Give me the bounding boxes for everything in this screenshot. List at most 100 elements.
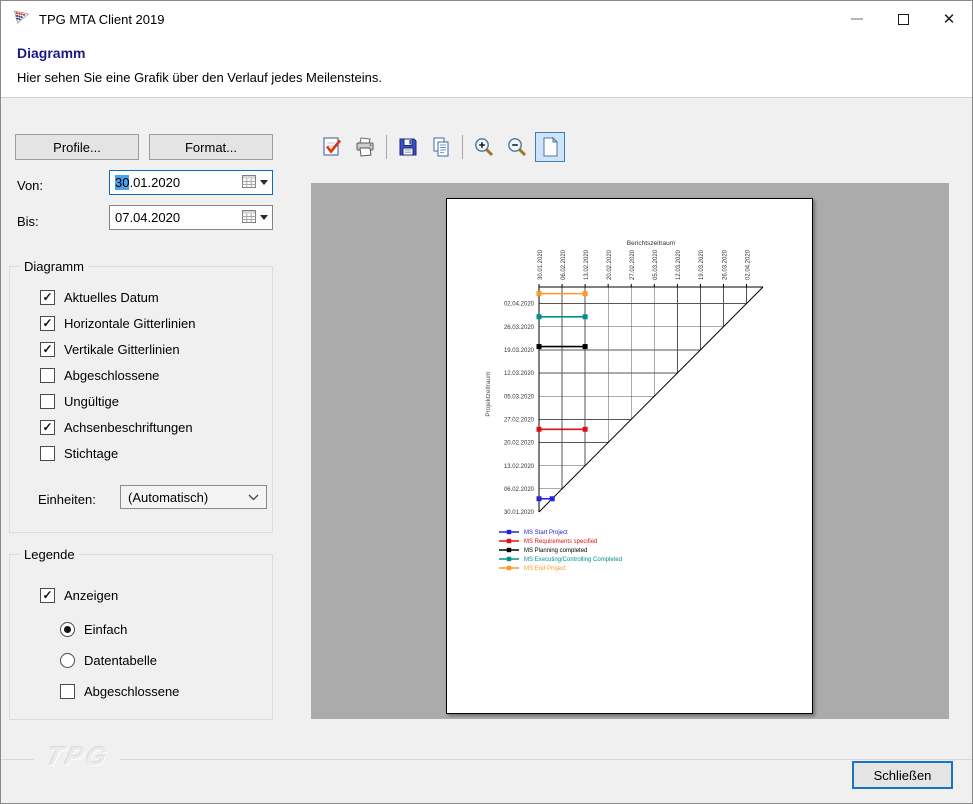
diagram-option-row: ✓ Vertikale Gitterlinien xyxy=(40,341,196,357)
einfach-radio[interactable] xyxy=(60,622,75,637)
einfach-row: Einfach xyxy=(60,621,127,637)
zoom-in-button[interactable] xyxy=(469,132,499,162)
x-tick-label: 20.02.2020 xyxy=(607,249,613,280)
series-marker xyxy=(537,291,542,296)
anzeigen-checkbox[interactable]: ✓ xyxy=(40,588,55,603)
calendar-icon[interactable] xyxy=(242,175,256,191)
bis-date-input[interactable]: 07.04.2020 xyxy=(109,205,273,230)
einheiten-select[interactable]: (Automatisch) xyxy=(120,485,267,509)
diagram-group-title: Diagramm xyxy=(20,259,88,274)
chevron-down-icon[interactable] xyxy=(260,180,268,185)
series-marker xyxy=(537,314,542,319)
einheiten-value: (Automatisch) xyxy=(128,490,208,505)
diagonal-line xyxy=(539,287,763,512)
mta-chart: 30.01.2020 06.02.2020 13.02.2020 20.02.2020… xyxy=(447,199,812,713)
legend-group-title: Legende xyxy=(20,547,79,562)
abgeschlossene-checkbox[interactable] xyxy=(60,684,75,699)
checkbox[interactable]: ✓ xyxy=(40,290,55,305)
checkbox-label: Vertikale Gitterlinien xyxy=(64,342,180,357)
profile-button[interactable]: Profile... xyxy=(15,134,139,160)
legend-marker xyxy=(507,548,511,552)
maximize-button[interactable] xyxy=(880,1,926,37)
zoom-in-icon xyxy=(472,135,496,159)
tpg-logo-icon xyxy=(13,9,30,30)
von-date-input[interactable]: 30.01.2020 xyxy=(109,170,273,195)
format-button[interactable]: Format... xyxy=(149,134,273,160)
print-button[interactable] xyxy=(350,132,380,162)
datentabelle-radio[interactable] xyxy=(60,653,75,668)
checkbox[interactable]: ✓ xyxy=(40,342,55,357)
report-check-button[interactable] xyxy=(317,132,347,162)
einheiten-label: Einheiten: xyxy=(38,492,96,507)
y-tick-label: 05.03.2020 xyxy=(504,394,535,400)
copy-button[interactable] xyxy=(426,132,456,162)
chart-preview-area[interactable]: 30.01.2020 06.02.2020 13.02.2020 20.02.2020… xyxy=(311,183,949,719)
chevron-down-icon[interactable] xyxy=(260,215,268,220)
datentabelle-row: Datentabelle xyxy=(60,652,157,668)
y-tick-label: 27.02.2020 xyxy=(504,418,535,424)
chevron-down-icon xyxy=(248,494,259,501)
checkbox[interactable]: ✓ xyxy=(40,420,55,435)
x-tick-label: 13.02.2020 xyxy=(584,249,590,280)
checkbox[interactable] xyxy=(40,446,55,461)
toolbar-separator xyxy=(462,135,463,159)
legend-marker xyxy=(507,566,511,570)
chart-page: 30.01.2020 06.02.2020 13.02.2020 20.02.2020… xyxy=(446,198,813,714)
report-check-icon xyxy=(320,135,344,159)
close-icon: ✕ xyxy=(943,12,956,27)
legend-marker xyxy=(507,539,511,543)
series-marker xyxy=(583,427,588,432)
anzeigen-row: ✓ Anzeigen xyxy=(40,587,118,603)
x-tick-label: 05.03.2020 xyxy=(653,249,659,280)
checkbox[interactable] xyxy=(40,394,55,409)
von-label: Von: xyxy=(17,178,43,193)
series-marker xyxy=(583,291,588,296)
series-marker xyxy=(537,496,542,501)
fit-page-button[interactable] xyxy=(535,132,565,162)
von-selected-text: 30 xyxy=(115,175,129,190)
checkbox-label: Abgeschlossene xyxy=(64,368,159,383)
diagram-groupbox: Diagramm ✓Aktuelles Datum✓Horizontale Gi… xyxy=(9,266,273,533)
series-marker xyxy=(583,344,588,349)
zoom-out-button[interactable] xyxy=(502,132,532,162)
y-tick-label: 19.03.2020 xyxy=(504,348,535,354)
fit-page-icon xyxy=(538,135,562,159)
diagram-option-row: ✓Aktuelles Datum xyxy=(40,289,196,305)
datentabelle-label: Datentabelle xyxy=(84,653,157,668)
abgeschlossene-row: Abgeschlossene xyxy=(60,683,179,699)
print-icon xyxy=(353,135,377,159)
y-tick-label: 06.02.2020 xyxy=(504,487,535,493)
y-tick-label: 26.03.2020 xyxy=(504,325,535,331)
checkbox[interactable] xyxy=(40,368,55,383)
legend-label: MS Start Project xyxy=(524,530,568,536)
tpg-watermark: TPG xyxy=(31,741,126,772)
page-title: Diagramm xyxy=(17,45,956,61)
page-subtitle: Hier sehen Sie eine Grafik über den Verl… xyxy=(17,70,956,85)
close-button[interactable]: Schließen xyxy=(852,761,953,789)
zoom-out-icon xyxy=(505,135,529,159)
series-marker xyxy=(550,496,555,501)
save-button[interactable] xyxy=(393,132,423,162)
close-window-button[interactable]: ✕ xyxy=(926,1,972,37)
x-tick-label: 02.04.2020 xyxy=(745,249,751,280)
legend-label: MS Planning completed xyxy=(524,548,587,554)
y-tick-label: 20.02.2020 xyxy=(504,441,535,447)
checkbox-label: Ungültige xyxy=(64,394,119,409)
minimize-icon xyxy=(851,18,863,20)
x-tick-label: 30.01.2020 xyxy=(538,249,544,280)
save-icon xyxy=(396,135,420,159)
checkbox[interactable]: ✓ xyxy=(40,316,55,331)
diagram-option-row: Ungültige xyxy=(40,393,196,409)
legend-groupbox: Legende ✓ Anzeigen Einfach Datentabelle … xyxy=(9,554,273,720)
copy-icon xyxy=(429,135,453,159)
titlebar: TPG MTA Client 2019 ✕ xyxy=(1,1,972,37)
checkbox-label: Horizontale Gitterlinien xyxy=(64,316,196,331)
toolbar xyxy=(317,131,568,163)
legend-label: MS Executing/Controlling Completed xyxy=(524,557,622,563)
calendar-icon[interactable] xyxy=(242,210,256,226)
diagram-option-row: ✓ Horizontale Gitterlinien xyxy=(40,315,196,331)
diagram-option-row: Stichtage xyxy=(40,445,196,461)
bis-label: Bis: xyxy=(17,214,39,229)
x-tick-label: 26.03.2020 xyxy=(722,249,728,280)
minimize-button[interactable] xyxy=(834,1,880,37)
